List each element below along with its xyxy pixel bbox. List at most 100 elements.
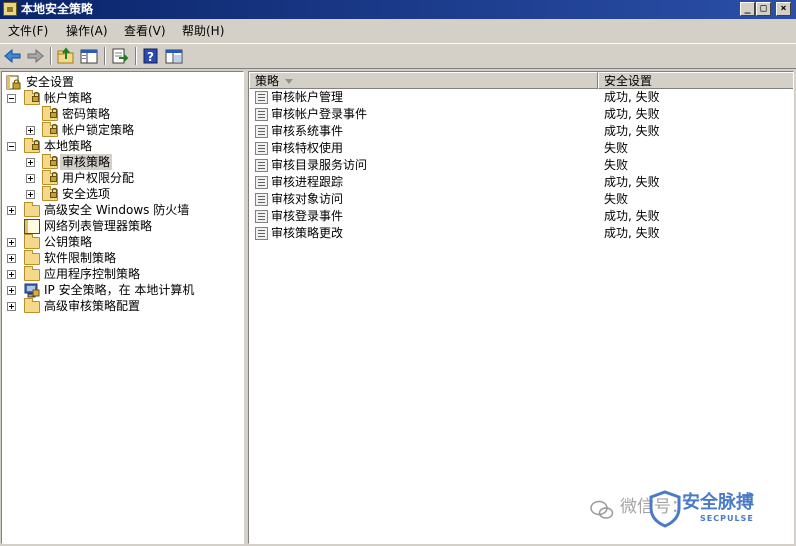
expand-toggle[interactable] [7,302,16,311]
expand-toggle[interactable] [7,270,16,279]
tree-item-advanced-audit[interactable]: 高级审核策略配置 [2,298,242,314]
tree-item-security-options[interactable]: 安全选项 [2,186,242,202]
toolbar-separator [50,47,52,65]
tree-item-ip-security[interactable]: IP 安全策略，在 本地计算机 [2,282,242,298]
list-header: 策略 安全设置 [249,72,793,89]
folder-lock-icon [42,106,58,121]
tree-item-security-settings[interactable]: 安全设置 [2,74,242,90]
tree-item-app-control[interactable]: 应用程序控制策略 [2,266,242,282]
list-row[interactable]: 审核帐户登录事件 成功, 失败 [249,106,793,123]
menu-view[interactable]: 查看(V) [124,24,166,38]
tree-item-label: 应用程序控制策略 [44,267,141,281]
tree-item-account-policy[interactable]: 帐户策略 [2,90,242,106]
title-bar[interactable]: 本地安全策略 _ □ × [0,0,796,19]
menu-action[interactable]: 操作(A) [66,24,108,38]
list-row[interactable]: 审核帐户管理 成功, 失败 [249,89,793,106]
back-icon[interactable] [3,47,23,65]
expand-toggle[interactable] [7,206,16,215]
properties-icon[interactable] [164,47,184,65]
collapse-toggle[interactable] [7,94,16,103]
column-label: 策略 [255,74,280,88]
folder-lock-icon [42,122,58,137]
window-title: 本地安全策略 [21,2,94,16]
list-row[interactable]: 审核登录事件 成功, 失败 [249,208,793,225]
menu-file[interactable]: 文件(F) [8,24,48,38]
wechat-icon [590,500,614,520]
tree-item-label: 安全设置 [26,75,75,89]
policy-name: 审核登录事件 [271,209,344,223]
close-button[interactable]: × [776,2,791,16]
menu-help[interactable]: 帮助(H) [182,24,224,38]
tree-item-label: 公钥策略 [44,235,93,249]
help-icon[interactable]: ? [141,47,161,65]
column-header-policy[interactable]: 策略 [249,72,598,89]
policy-name: 审核帐户登录事件 [271,107,368,121]
list-row[interactable]: 审核对象访问 失败 [249,191,793,208]
tree-item-public-key[interactable]: 公钥策略 [2,234,242,250]
column-label: 安全设置 [604,74,653,88]
minimize-button[interactable]: _ [740,2,755,16]
policy-icon [255,142,268,155]
folder-icon [24,234,40,249]
policy-name: 审核帐户管理 [271,90,344,104]
policy-icon [255,108,268,121]
root-security-icon [6,75,22,90]
expand-toggle[interactable] [7,286,16,295]
list-row[interactable]: 审核特权使用 失败 [249,140,793,157]
tree-item-label: 本地策略 [44,139,93,153]
list-row[interactable]: 审核策略更改 成功, 失败 [249,225,793,242]
tree-item-label: IP 安全策略，在 本地计算机 [44,283,195,297]
list-row[interactable]: 审核目录服务访问 失败 [249,157,793,174]
tree-item-local-policy[interactable]: 本地策略 [2,138,242,154]
menu-bar: 文件(F) 操作(A) 查看(V) 帮助(H) [0,20,796,42]
toolbar-separator [104,47,106,65]
column-header-security-setting[interactable]: 安全设置 [598,72,793,89]
tree-item-label: 帐户锁定策略 [62,123,135,137]
list-row[interactable]: 审核系统事件 成功, 失败 [249,123,793,140]
tree-item-label: 帐户策略 [44,91,93,105]
tree-item-label: 用户权限分配 [62,171,135,185]
policy-name: 审核目录服务访问 [271,158,368,172]
policy-setting: 成功, 失败 [604,124,660,138]
tree-item-audit-policy[interactable]: 审核策略 [2,154,242,170]
folder-icon [24,266,40,281]
tree-item-label: 高级审核策略配置 [44,299,141,313]
policy-list[interactable]: 策略 安全设置 审核帐户管理 成功, 失败 审核帐户登录事件 成功, 失败 审核… [248,71,794,544]
policy-setting: 成功, 失败 [604,209,660,223]
tree-item-password-policy[interactable]: 密码策略 [2,106,242,122]
show-hide-tree-icon[interactable] [79,47,99,65]
maximize-button[interactable]: □ [756,2,771,16]
export-list-icon[interactable] [110,47,130,65]
folder-lock-icon [42,186,58,201]
policy-icon [255,176,268,189]
collapse-toggle[interactable] [7,142,16,151]
policy-icon [255,227,268,240]
policy-name: 审核特权使用 [271,141,344,155]
expand-toggle[interactable] [26,126,35,135]
expand-toggle[interactable] [26,158,35,167]
policy-setting: 失败 [604,158,629,172]
expand-toggle[interactable] [7,238,16,247]
expand-toggle[interactable] [26,174,35,183]
ip-security-icon [24,283,40,298]
tree-item-firewall[interactable]: 高级安全 Windows 防火墙 [2,202,242,218]
tree-item-user-rights[interactable]: 用户权限分配 [2,170,242,186]
tree-item-lockout-policy[interactable]: 帐户锁定策略 [2,122,242,138]
console-tree[interactable]: 安全设置 帐户策略 密码策略 帐户锁定策略 本地策略 审核策略 用户权限分配 安… [1,71,244,544]
tree-item-software-restriction[interactable]: 软件限制策略 [2,250,242,266]
tree-item-network-list[interactable]: 网络列表管理器策略 [2,218,242,234]
folder-lock-icon [42,154,58,169]
folder-lock-icon [24,138,40,153]
expand-toggle[interactable] [7,254,16,263]
up-folder-icon[interactable] [56,47,76,65]
forward-icon[interactable] [25,47,45,65]
watermark: 微信号： 安全脉搏 SECPULSE [590,490,790,534]
toolbar-separator [135,47,137,65]
expand-toggle[interactable] [26,190,35,199]
tree-item-label: 密码策略 [62,107,111,121]
tree-item-label: 审核策略 [60,154,113,170]
tree-item-label: 安全选项 [62,187,111,201]
folder-lock-icon [24,90,40,105]
list-row[interactable]: 审核进程跟踪 成功, 失败 [249,174,793,191]
sort-arrow-icon [285,79,294,84]
